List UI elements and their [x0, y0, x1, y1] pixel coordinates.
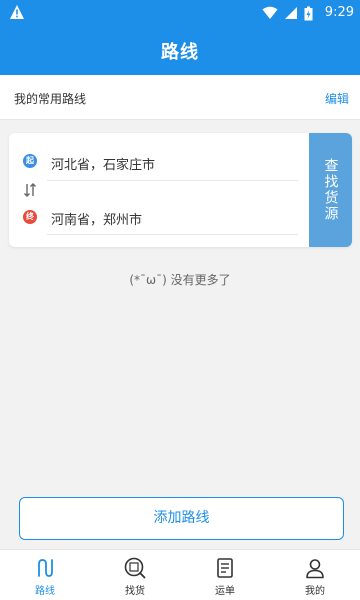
- battery-icon: [304, 6, 313, 20]
- tab-waybill[interactable]: 运单: [180, 550, 270, 600]
- swap-icon: [24, 183, 36, 197]
- tab-label: 路线: [35, 586, 55, 597]
- no-more-text: (*¯ω¯) 没有更多了: [129, 273, 231, 287]
- find-goods-button-label: 查找货源: [322, 158, 339, 222]
- start-place: 河北省，石家庄市: [51, 158, 156, 173]
- tab-route[interactable]: 路线: [0, 550, 90, 600]
- profile-icon: [306, 559, 324, 579]
- find-goods-button[interactable]: 查找货源: [309, 133, 352, 247]
- waybill-icon: [217, 558, 233, 578]
- status-time: 9:29: [324, 5, 354, 20]
- divider: [47, 234, 298, 235]
- tab-label: 我的: [305, 586, 325, 597]
- app-header: 9:29 路线: [0, 0, 360, 75]
- section-bar: 我的常用路线 编辑: [0, 75, 360, 120]
- warning-icon: [10, 5, 24, 19]
- start-badge: 起: [23, 154, 37, 168]
- route-card[interactable]: 起 河北省，石家庄市 终 河南省，郑州市 查找货源: [9, 133, 352, 247]
- tab-find-goods[interactable]: 找货: [90, 550, 180, 600]
- bottom-tab-bar: 路线 找货 运单 我的: [0, 549, 360, 600]
- signal-icon: [285, 7, 297, 19]
- route-icon: [38, 559, 53, 577]
- edit-button[interactable]: 编辑: [325, 90, 349, 107]
- wifi-icon: [262, 6, 278, 19]
- status-bar: 9:29: [0, 0, 360, 26]
- add-route-button[interactable]: 添加路线: [19, 497, 344, 540]
- tab-label: 运单: [215, 586, 235, 597]
- end-place: 河南省，郑州市: [51, 213, 143, 228]
- tab-profile[interactable]: 我的: [270, 550, 360, 600]
- page-title: 路线: [161, 42, 199, 63]
- section-title: 我的常用路线: [14, 92, 87, 106]
- divider: [47, 180, 298, 181]
- find-goods-icon: [124, 557, 146, 579]
- end-badge: 终: [23, 210, 37, 224]
- tab-label: 找货: [125, 586, 145, 597]
